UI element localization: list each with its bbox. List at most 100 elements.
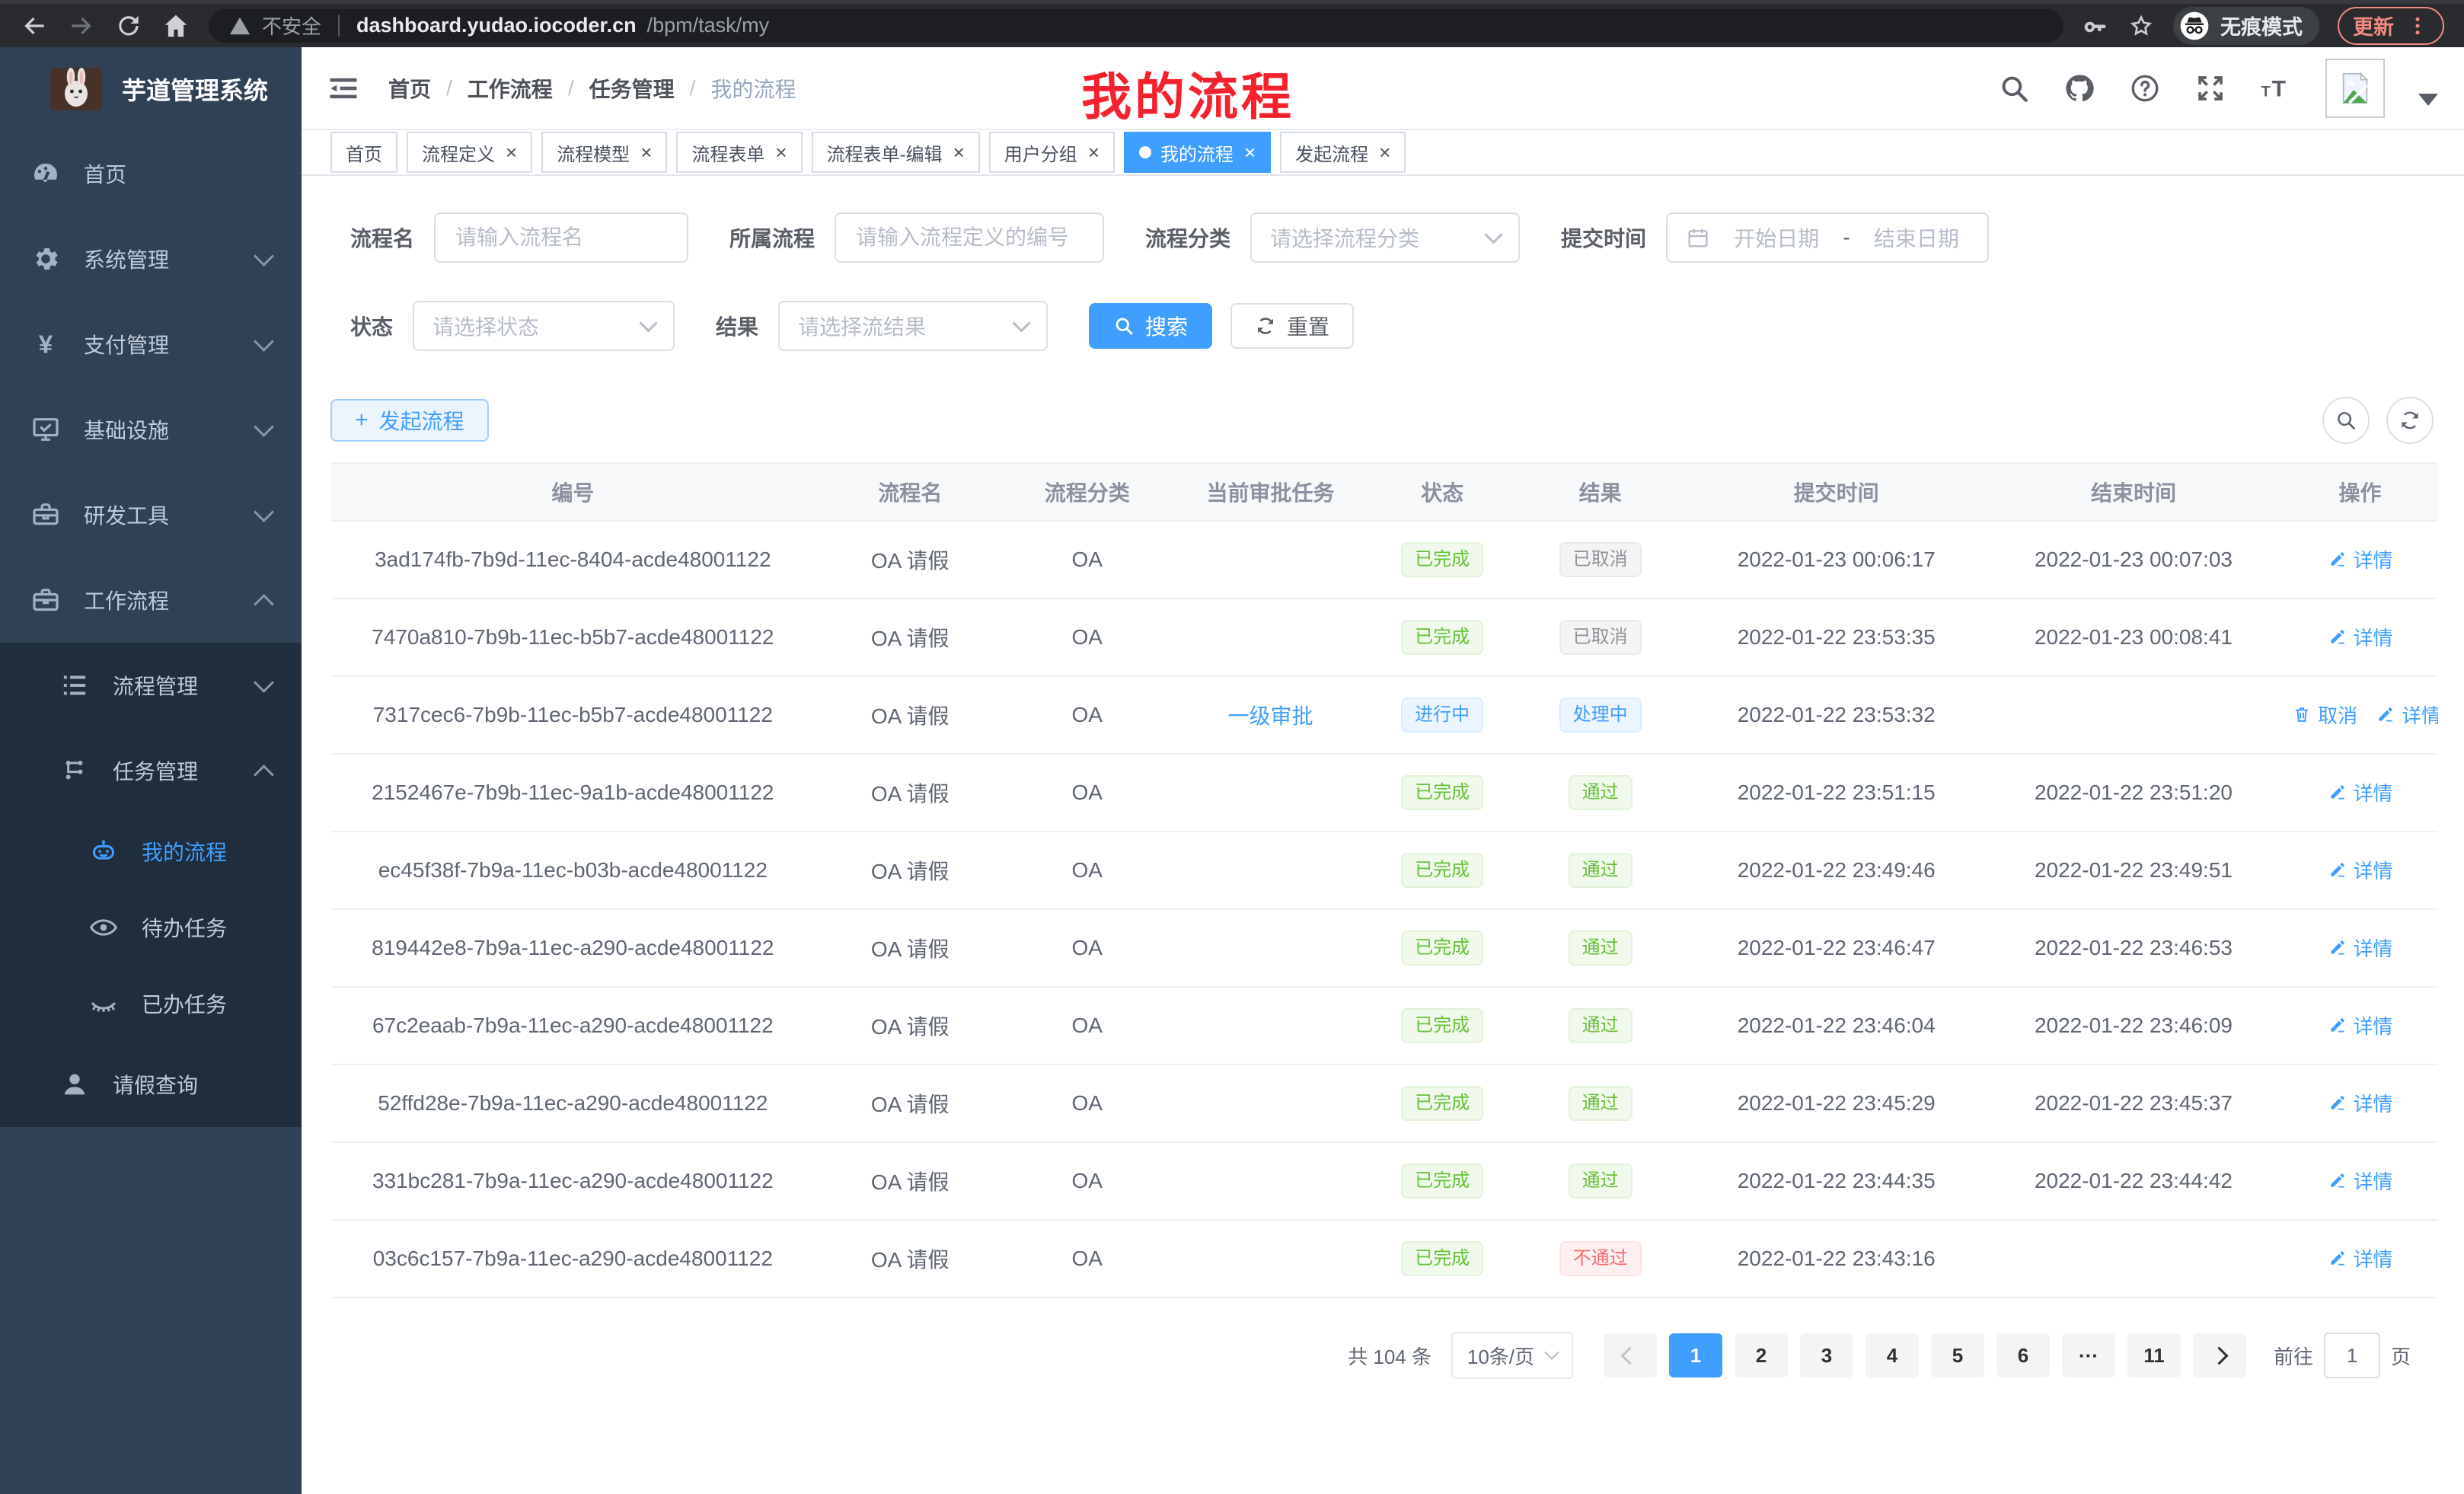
url-path[interactable]: /bpm/task/my bbox=[647, 14, 770, 37]
detail-label: 详情 bbox=[2402, 701, 2438, 729]
github-icon[interactable] bbox=[2063, 72, 2095, 104]
close-icon[interactable]: × bbox=[953, 142, 965, 162]
breadcrumb-item[interactable]: 任务管理 bbox=[589, 73, 675, 104]
result-select[interactable]: 请选择流结果 bbox=[778, 301, 1048, 351]
sidebar-item-infra[interactable]: 基础设施 bbox=[0, 387, 302, 472]
close-icon[interactable]: × bbox=[640, 142, 652, 162]
detail-button[interactable]: 详情 bbox=[2328, 1167, 2393, 1195]
password-key-icon[interactable] bbox=[2082, 12, 2109, 40]
sidebar-item-my-process[interactable]: 我的流程 bbox=[0, 813, 302, 889]
sidebar-item-home[interactable]: 首页 bbox=[0, 131, 302, 216]
show-search-button[interactable] bbox=[2322, 397, 2370, 444]
help-icon[interactable] bbox=[2129, 72, 2161, 104]
category-select[interactable]: 请选择流程分类 bbox=[1250, 212, 1520, 263]
sidebar-item-workflow[interactable]: 工作流程 bbox=[0, 557, 302, 643]
sidebar-item-devtool[interactable]: 研发工具 bbox=[0, 472, 302, 557]
refresh-table-button[interactable] bbox=[2386, 397, 2434, 444]
address-bar[interactable]: 不安全 dashboard.yudao.iocoder.cn/bpm/task/… bbox=[209, 9, 2063, 43]
tags-view: 首页流程定义×流程模型×流程表单×流程表单-编辑×用户分组×我的流程×发起流程× bbox=[302, 130, 2464, 176]
process-def-input[interactable] bbox=[854, 225, 1084, 251]
reload-icon[interactable] bbox=[114, 11, 143, 40]
detail-button[interactable]: 详情 bbox=[2328, 545, 2393, 573]
sidebar-item-leave-query[interactable]: 请假查询 bbox=[0, 1042, 302, 1127]
page-button-1[interactable]: 1 bbox=[1669, 1333, 1722, 1377]
detail-button[interactable]: 详情 bbox=[2328, 1244, 2393, 1272]
page-button-11[interactable]: 11 bbox=[2127, 1333, 2181, 1377]
tab-process-def[interactable]: 流程定义× bbox=[407, 132, 532, 173]
sidebar-item-task-manage[interactable]: 任务管理 bbox=[0, 728, 302, 813]
pen-icon bbox=[2328, 1015, 2348, 1035]
status-select[interactable]: 请选择状态 bbox=[413, 301, 675, 351]
close-icon[interactable]: × bbox=[775, 142, 787, 162]
tab-process-form[interactable]: 流程表单× bbox=[676, 132, 802, 173]
browser-menu-icon[interactable] bbox=[2406, 14, 2429, 37]
search-icon[interactable] bbox=[1998, 72, 2030, 104]
sidebar-collapse-icon[interactable] bbox=[327, 72, 359, 104]
detail-button[interactable]: 详情 bbox=[2328, 623, 2393, 651]
home-icon[interactable] bbox=[161, 11, 190, 40]
close-icon[interactable]: × bbox=[1379, 142, 1390, 162]
dashboard-icon bbox=[30, 158, 61, 189]
close-icon[interactable]: × bbox=[506, 142, 517, 162]
tab-start-process[interactable]: 发起流程× bbox=[1280, 132, 1406, 173]
close-icon[interactable]: × bbox=[1088, 142, 1100, 162]
fullscreen-icon[interactable] bbox=[2194, 72, 2226, 104]
url-host[interactable]: dashboard.yudao.iocoder.cn bbox=[356, 14, 637, 37]
tab-process-form-edit[interactable]: 流程表单-编辑× bbox=[812, 132, 980, 173]
table-row: 7317cec6-7b9b-11ec-b5b7-acde48001122OA 请… bbox=[330, 676, 2438, 754]
sidebar-item-process-manage[interactable]: 流程管理 bbox=[0, 643, 302, 728]
detail-button[interactable]: 详情 bbox=[2328, 1011, 2393, 1039]
goto-page-input[interactable] bbox=[2324, 1333, 2380, 1378]
tab-process-model[interactable]: 流程模型× bbox=[541, 132, 667, 173]
page-button-2[interactable]: 2 bbox=[1735, 1333, 1788, 1377]
date-range-picker[interactable]: 开始日期 - 结束日期 bbox=[1666, 212, 1989, 263]
tab-home[interactable]: 首页 bbox=[330, 132, 397, 173]
breadcrumb-item[interactable]: 工作流程 bbox=[468, 73, 553, 104]
page-ellipsis[interactable]: ··· bbox=[2062, 1333, 2115, 1377]
page-size-select[interactable]: 10条/页 bbox=[1451, 1332, 1573, 1379]
tab-my-process[interactable]: 我的流程× bbox=[1124, 132, 1271, 173]
detail-button[interactable]: 详情 bbox=[2328, 1089, 2393, 1117]
cell-result: 通过 bbox=[1513, 1065, 1688, 1142]
sidebar-item-todo-task[interactable]: 待办任务 bbox=[0, 889, 302, 966]
start-date-placeholder[interactable]: 开始日期 bbox=[1724, 222, 1829, 253]
page-button-5[interactable]: 5 bbox=[1931, 1333, 1984, 1377]
not-secure-warning-icon[interactable] bbox=[228, 14, 251, 37]
reset-button[interactable]: 重置 bbox=[1230, 303, 1354, 349]
end-date-placeholder[interactable]: 结束日期 bbox=[1864, 222, 1969, 253]
close-icon[interactable]: × bbox=[1244, 142, 1256, 162]
sidebar-item-pay[interactable]: ¥支付管理 bbox=[0, 302, 302, 387]
tab-user-group[interactable]: 用户分组× bbox=[989, 132, 1115, 173]
next-page-button[interactable] bbox=[2193, 1333, 2246, 1377]
search-button[interactable]: 搜索 bbox=[1089, 303, 1212, 349]
cell-result: 已取消 bbox=[1513, 521, 1688, 599]
cell-id: ec45f38f-7b9a-11ec-b03b-acde48001122 bbox=[330, 832, 815, 909]
process-name-input[interactable] bbox=[454, 225, 669, 251]
app-logo[interactable]: 芋道管理系统 bbox=[0, 47, 302, 131]
page-button-3[interactable]: 3 bbox=[1800, 1333, 1853, 1377]
avatar[interactable] bbox=[2325, 59, 2385, 118]
page-button-6[interactable]: 6 bbox=[1996, 1333, 2050, 1377]
detail-button[interactable]: 详情 bbox=[2328, 856, 2393, 884]
avatar-caret-icon[interactable] bbox=[2418, 94, 2438, 106]
back-icon[interactable] bbox=[20, 11, 49, 40]
column-header: 结果 bbox=[1513, 463, 1688, 521]
forward-icon[interactable] bbox=[67, 11, 96, 40]
security-label[interactable]: 不安全 bbox=[262, 11, 321, 40]
create-process-button[interactable]: + 发起流程 bbox=[330, 399, 489, 442]
breadcrumb-item[interactable]: 首页 bbox=[388, 73, 431, 104]
search-icon bbox=[2335, 409, 2357, 432]
prev-page-button[interactable] bbox=[1604, 1333, 1657, 1377]
detail-button[interactable]: 详情 bbox=[2376, 701, 2438, 729]
current-task-link[interactable]: 一级审批 bbox=[1227, 704, 1313, 728]
cancel-button[interactable]: 取消 bbox=[2292, 701, 2357, 729]
detail-button[interactable]: 详情 bbox=[2328, 934, 2393, 962]
category-placeholder: 请选择流程分类 bbox=[1270, 222, 1419, 253]
font-size-icon[interactable]: TT bbox=[2260, 72, 2292, 104]
bookmark-star-icon[interactable] bbox=[2127, 12, 2155, 40]
sidebar-item-system[interactable]: 系统管理 bbox=[0, 216, 302, 302]
update-button[interactable]: 更新 bbox=[2338, 7, 2444, 45]
page-button-4[interactable]: 4 bbox=[1866, 1333, 1919, 1377]
detail-button[interactable]: 详情 bbox=[2328, 778, 2393, 806]
sidebar-item-done-task[interactable]: 已办任务 bbox=[0, 966, 302, 1042]
